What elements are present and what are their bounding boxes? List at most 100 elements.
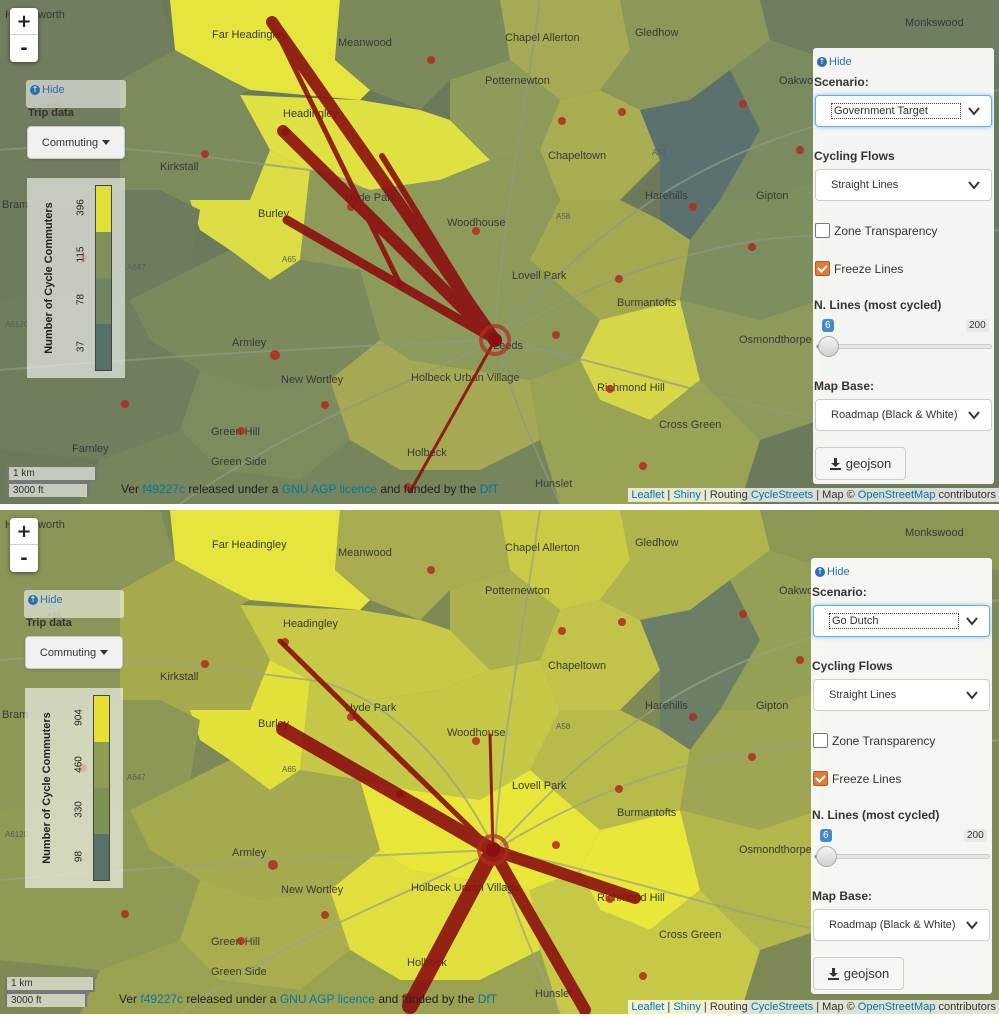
- freeze-lines-checkbox[interactable]: [815, 261, 830, 276]
- info-icon: ↑: [30, 85, 40, 95]
- trip-hide-link[interactable]: ↑ Hide: [26, 80, 126, 100]
- place-label: Holbeck Urban Village: [411, 372, 520, 384]
- zone-transparency-row[interactable]: Zone Transparency: [813, 733, 935, 748]
- attribution: Leaflet | Shiny | Routing CycleStreets |…: [628, 488, 999, 502]
- zoom-out-button[interactable]: -: [10, 545, 38, 572]
- ver-prefix: Ver: [119, 992, 138, 1006]
- trip-data-label: Trip data: [28, 107, 74, 119]
- map-base-value: Roadmap (Black & White): [831, 409, 958, 421]
- shiny-link[interactable]: Shiny: [673, 489, 701, 501]
- map-panel-government-target[interactable]: Hawksworth Far Headingley Meanwood Chape…: [0, 0, 999, 504]
- zone-transparency-row[interactable]: Zone Transparency: [815, 223, 937, 238]
- trip-hide-link[interactable]: ↑ Hide: [24, 590, 124, 610]
- scenario-label: Scenario:: [814, 75, 869, 89]
- place-label: Oakwo: [779, 585, 813, 597]
- zoom-in-button[interactable]: +: [10, 8, 38, 35]
- flows-value: Straight Lines: [829, 689, 897, 701]
- controls-hide-link[interactable]: ↑ Hide: [813, 52, 856, 72]
- leaflet-link[interactable]: Leaflet: [631, 489, 664, 501]
- commit-link[interactable]: f49227c: [142, 482, 185, 496]
- road-label: A65: [282, 255, 297, 264]
- trip-purpose-dropdown[interactable]: Commuting: [25, 636, 123, 669]
- place-label: Holbeck: [407, 447, 447, 459]
- place-label: Bram: [2, 199, 28, 211]
- freeze-lines-checkbox[interactable]: [813, 771, 828, 786]
- nlines-slider-handle[interactable]: [818, 336, 839, 357]
- flows-select[interactable]: Straight Lines: [815, 169, 992, 201]
- road-label: A6120: [5, 320, 29, 329]
- freeze-lines-row[interactable]: Freeze Lines: [813, 771, 901, 786]
- place-label: Meanwood: [338, 547, 392, 559]
- zone-transparency-checkbox[interactable]: [813, 733, 828, 748]
- zoom-control: + -: [10, 518, 38, 572]
- legend-value: 78: [75, 293, 87, 306]
- leaflet-link[interactable]: Leaflet: [631, 1001, 664, 1013]
- place-label: Chapel Allerton: [505, 542, 580, 554]
- nlines-slider-handle[interactable]: [816, 846, 837, 867]
- info-icon: ↑: [28, 595, 38, 605]
- caret-down-icon: [100, 650, 109, 655]
- licence-link[interactable]: GNU AGP licence: [280, 992, 375, 1006]
- place-label: Gledhow: [635, 27, 678, 39]
- legend-swatch: [94, 834, 109, 880]
- legend-value: 396: [75, 199, 87, 216]
- geojson-download-button[interactable]: geojson: [815, 447, 906, 480]
- scale-ft: 3000 ft: [5, 992, 87, 1007]
- place-label: Burmantofts: [617, 807, 677, 819]
- trip-purpose-dropdown[interactable]: Commuting: [27, 126, 125, 159]
- version-line: Ver f49227c released under a GNU AGP lic…: [119, 992, 497, 1006]
- chevron-down-icon: [966, 617, 978, 626]
- freeze-lines-row[interactable]: Freeze Lines: [815, 261, 903, 276]
- contributors-text: contributors: [938, 489, 996, 501]
- zoom-out-button[interactable]: -: [10, 35, 38, 62]
- osm-link[interactable]: OpenStreetMap: [858, 1001, 936, 1013]
- controls-panel: ↑ Hide Scenario: Go Dutch Cycling Flows …: [811, 558, 992, 994]
- legend-swatch: [94, 742, 109, 788]
- place-label: Potternewton: [485, 75, 550, 87]
- place-label: Meanwood: [338, 37, 392, 49]
- flows-select[interactable]: Straight Lines: [813, 679, 990, 711]
- road-label: A58: [652, 148, 667, 157]
- osm-link[interactable]: OpenStreetMap: [858, 489, 936, 501]
- zoom-in-button[interactable]: +: [10, 518, 38, 545]
- legend-title: Number of Cycle Commuters: [43, 202, 55, 354]
- cyclestreets-link[interactable]: CycleStreets: [751, 489, 813, 501]
- chevron-down-icon: [966, 921, 978, 930]
- download-icon: [827, 967, 839, 980]
- map-base-select[interactable]: Roadmap (Black & White): [813, 909, 990, 941]
- dft-link[interactable]: DfT: [478, 992, 497, 1006]
- commit-link[interactable]: f49227c: [140, 992, 183, 1006]
- scenario-select[interactable]: Government Target: [815, 95, 992, 127]
- flows-label: Cycling Flows: [812, 659, 893, 673]
- geojson-label: geojson: [845, 456, 892, 471]
- scenario-select[interactable]: Go Dutch: [813, 605, 990, 637]
- dft-link[interactable]: DfT: [480, 482, 499, 496]
- controls-hide-link[interactable]: ↑ Hide: [811, 562, 854, 582]
- map-base-select[interactable]: Roadmap (Black & White): [815, 399, 992, 431]
- cyclestreets-link[interactable]: CycleStreets: [751, 1001, 813, 1013]
- place-label: Harehills: [645, 700, 688, 712]
- place-label: Monkswood: [905, 527, 964, 539]
- road-label: A58: [556, 722, 571, 731]
- geojson-download-button[interactable]: geojson: [813, 957, 904, 990]
- scale-ft: 3000 ft: [7, 482, 89, 497]
- licence-link[interactable]: GNU AGP licence: [282, 482, 377, 496]
- map-panel-go-dutch[interactable]: Hawksworth Far Headingley Meanwood Chape…: [0, 510, 999, 1014]
- nlines-slider-track[interactable]: [814, 854, 990, 859]
- trip-panel-header: ↑ Hide: [24, 590, 124, 618]
- hide-label: Hide: [42, 84, 65, 96]
- nlines-slider-track[interactable]: [816, 344, 992, 349]
- zone-transparency-label: Zone Transparency: [832, 733, 936, 748]
- legend-swatch: [96, 186, 111, 232]
- zone-transparency-checkbox[interactable]: [815, 223, 830, 238]
- hide-label: Hide: [827, 566, 850, 578]
- legend-value: 460: [73, 756, 85, 773]
- funded-text: and funded by the: [378, 992, 475, 1006]
- place-label: Green Side: [211, 456, 267, 468]
- legend-swatch: [96, 278, 111, 324]
- place-label: Chapel Allerton: [505, 32, 580, 44]
- hide-label: Hide: [829, 56, 852, 68]
- shiny-link[interactable]: Shiny: [673, 1001, 701, 1013]
- place-label: New Wortley: [281, 884, 344, 896]
- scale-km: 1 km: [5, 977, 95, 992]
